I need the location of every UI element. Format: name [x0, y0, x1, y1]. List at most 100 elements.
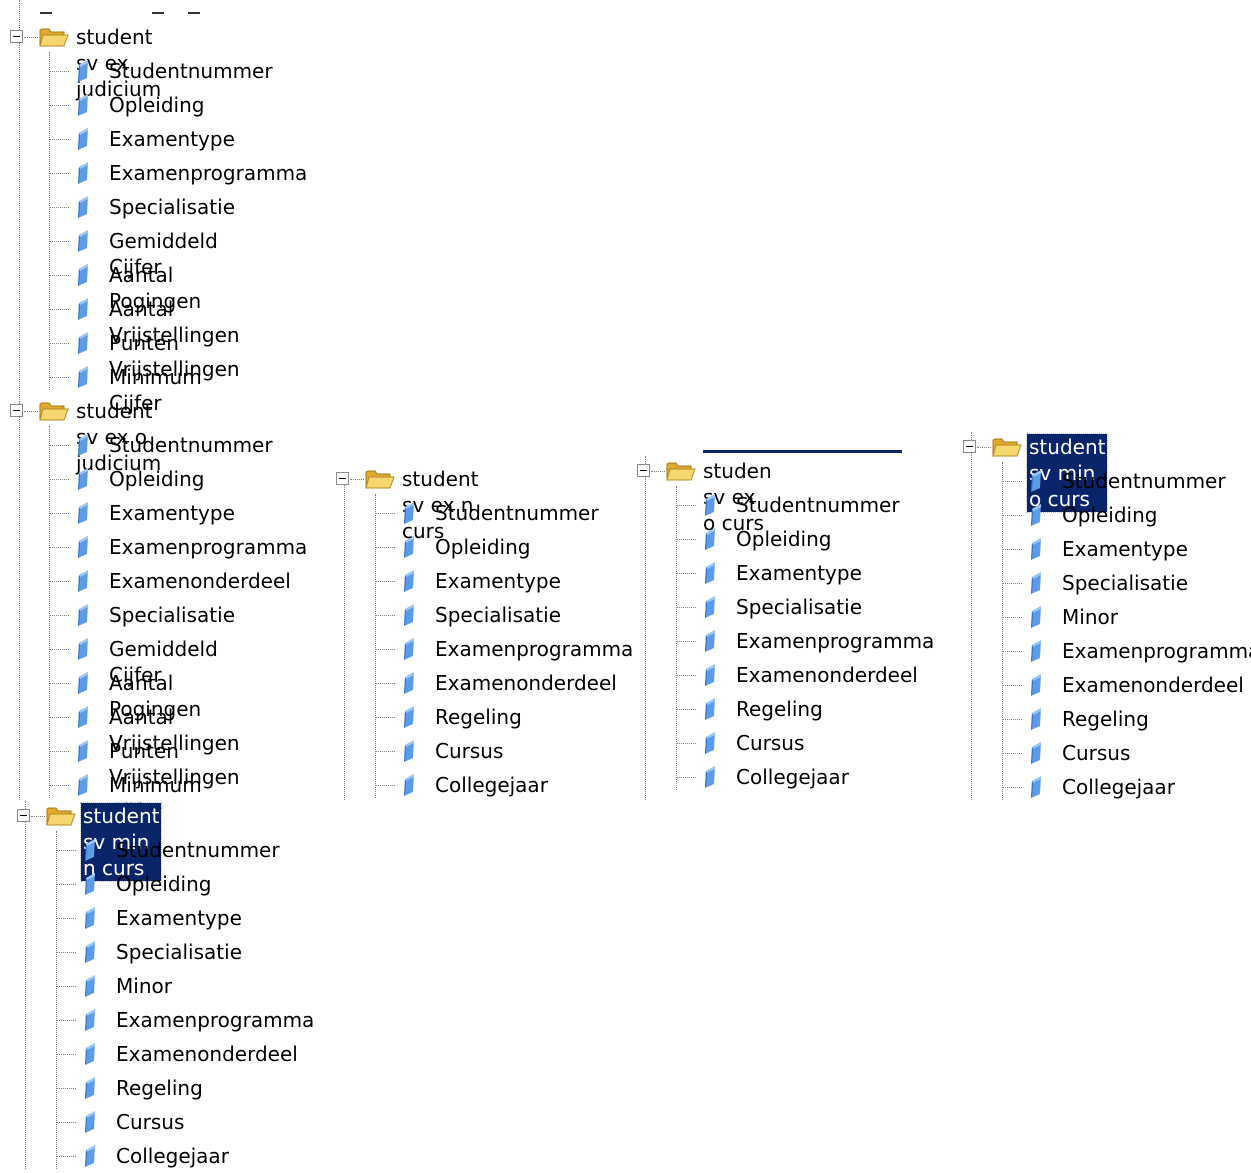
open-folder-icon — [46, 805, 76, 827]
field-label[interactable]: Regeling — [734, 696, 825, 722]
field-icon — [1028, 503, 1044, 527]
connector-line — [49, 785, 69, 786]
connector-line — [49, 513, 69, 514]
collapse-icon[interactable] — [963, 440, 976, 453]
field-label[interactable]: Examenprogramma — [734, 628, 936, 654]
connector-line — [49, 173, 69, 174]
collapse-icon[interactable] — [17, 809, 30, 822]
field-label[interactable]: Examentype — [114, 905, 244, 931]
field-label[interactable]: Specialisatie — [114, 939, 244, 965]
children-line — [56, 831, 57, 1169]
field-icon — [75, 263, 91, 287]
connector-line — [49, 241, 69, 242]
field-label[interactable]: Specialisatie — [107, 602, 237, 628]
field-icon — [401, 773, 417, 797]
connector-line — [56, 1122, 76, 1123]
field-label[interactable]: Cursus — [433, 738, 505, 764]
field-label[interactable]: Cursus — [734, 730, 806, 756]
field-label[interactable]: Opleiding — [734, 526, 833, 552]
field-icon — [75, 603, 91, 627]
field-label[interactable]: Collegejaar — [1060, 774, 1177, 800]
partial-underline — [703, 450, 902, 453]
field-label[interactable]: Examenonderdeel — [107, 568, 293, 594]
field-label[interactable]: Regeling — [114, 1075, 205, 1101]
children-line — [676, 486, 677, 790]
field-icon — [75, 331, 91, 355]
field-label[interactable]: Examentype — [107, 500, 237, 526]
field-icon — [75, 297, 91, 321]
collapse-icon[interactable] — [336, 472, 349, 485]
field-icon — [401, 501, 417, 525]
field-icon — [401, 705, 417, 729]
field-label[interactable]: Minor — [1060, 604, 1120, 630]
open-folder-icon — [39, 400, 69, 422]
collapse-icon[interactable] — [10, 30, 23, 43]
field-label[interactable]: Studentnummer — [734, 492, 902, 518]
field-label[interactable]: Examenonderdeel — [734, 662, 920, 688]
field-label[interactable]: Collegejaar — [734, 764, 851, 790]
connector-line — [24, 37, 38, 38]
field-label[interactable]: Examenonderdeel — [114, 1041, 300, 1067]
field-icon — [75, 467, 91, 491]
field-icon — [1028, 741, 1044, 765]
children-line — [49, 426, 50, 798]
field-label[interactable]: Opleiding — [107, 92, 206, 118]
field-label[interactable]: Examenprogramma — [107, 534, 309, 560]
field-label[interactable]: Examenprogramma — [107, 160, 309, 186]
field-label[interactable]: Examenonderdeel — [433, 670, 619, 696]
field-label[interactable]: Regeling — [433, 704, 524, 730]
field-label[interactable]: Collegejaar — [114, 1143, 231, 1169]
field-label[interactable]: Specialisatie — [1060, 570, 1190, 596]
connector-line — [49, 139, 69, 140]
field-label[interactable]: Cursus — [1060, 740, 1132, 766]
field-label[interactable]: Examenprogramma — [114, 1007, 316, 1033]
field-label[interactable]: Examentype — [433, 568, 563, 594]
field-label[interactable]: Opleiding — [114, 871, 213, 897]
field-label[interactable]: Examentype — [734, 560, 864, 586]
field-label[interactable]: Studentnummer — [107, 432, 275, 458]
field-icon — [82, 940, 98, 964]
collapse-icon[interactable] — [10, 404, 23, 417]
field-label[interactable]: Cursus — [114, 1109, 186, 1135]
field-icon — [702, 561, 718, 585]
field-label[interactable]: Examentype — [107, 126, 237, 152]
connector-line — [676, 573, 696, 574]
field-icon — [82, 838, 98, 862]
field-label[interactable]: Opleiding — [107, 466, 206, 492]
field-icon — [702, 493, 718, 517]
field-label[interactable]: Studentnummer — [107, 58, 275, 84]
field-icon — [75, 739, 91, 763]
connector-line — [49, 479, 69, 480]
field-label[interactable]: Examenonderdeel — [1060, 672, 1246, 698]
field-label[interactable]: Examenprogramma — [433, 636, 635, 662]
connector-line — [56, 884, 76, 885]
field-label[interactable]: Studentnummer — [114, 837, 282, 863]
connector-line — [56, 850, 76, 851]
field-label[interactable]: Regeling — [1060, 706, 1151, 732]
field-label[interactable]: Specialisatie — [734, 594, 864, 620]
open-folder-icon — [666, 460, 696, 482]
field-label[interactable]: Examenprogramma — [1060, 638, 1251, 664]
connector-line — [676, 539, 696, 540]
field-label[interactable]: Opleiding — [1060, 502, 1159, 528]
field-icon — [75, 637, 91, 661]
connector-line — [49, 105, 69, 106]
field-label[interactable]: Minor — [114, 973, 174, 999]
collapse-icon[interactable] — [637, 464, 650, 477]
field-label[interactable]: Specialisatie — [433, 602, 563, 628]
connector-line — [49, 207, 69, 208]
field-label[interactable]: Examentype — [1060, 536, 1190, 562]
field-label[interactable]: Opleiding — [433, 534, 532, 560]
field-label[interactable]: Specialisatie — [107, 194, 237, 220]
connector-line — [1002, 753, 1022, 754]
children-line — [49, 52, 50, 390]
field-icon — [702, 527, 718, 551]
open-folder-icon — [39, 26, 69, 48]
field-label[interactable]: Studentnummer — [1060, 468, 1228, 494]
connector-line — [49, 343, 69, 344]
tree-trunk-line — [19, 0, 20, 800]
field-label[interactable]: Collegejaar — [433, 772, 550, 798]
connector-line — [56, 986, 76, 987]
field-label[interactable]: Studentnummer — [433, 500, 601, 526]
field-icon — [82, 1042, 98, 1066]
